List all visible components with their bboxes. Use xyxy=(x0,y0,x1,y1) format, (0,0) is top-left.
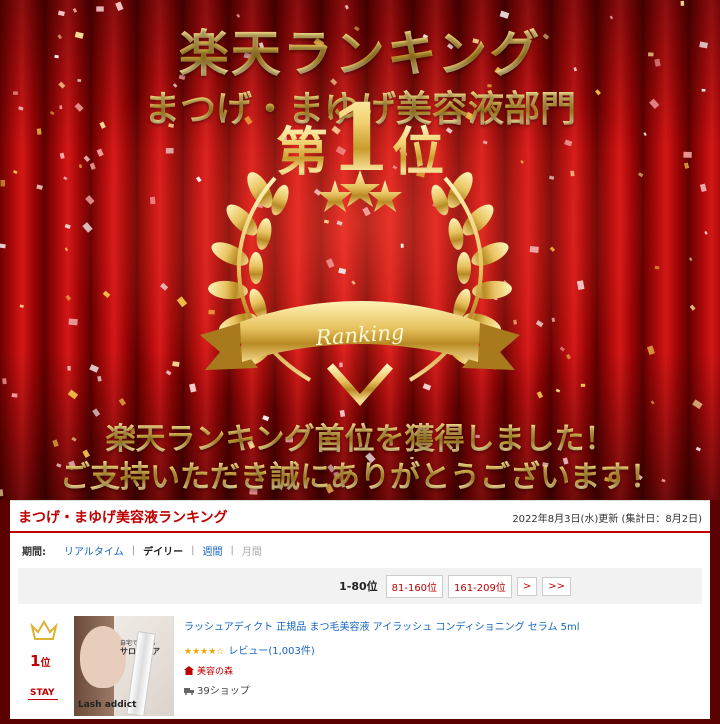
tab-daily[interactable]: デイリー xyxy=(143,543,183,558)
review-link[interactable]: レビュー(1,003件) xyxy=(228,646,314,657)
ranking-title[interactable]: まつげ・まゆげ美容液ランキング xyxy=(18,507,228,527)
thumb-brand: Lash addict xyxy=(78,700,137,710)
confetti-piece xyxy=(149,196,156,205)
confetti-piece xyxy=(680,0,685,6)
confetti-piece xyxy=(566,353,572,360)
period-tabs: 期間: リアルタイム | デイリー | 週間 | 月間 xyxy=(10,533,710,564)
rating-stars-icon: ★★★★☆ xyxy=(184,647,225,657)
confetti-piece xyxy=(576,280,585,290)
confetti-piece xyxy=(2,378,7,385)
confetti-piece xyxy=(19,304,24,308)
confetti-piece xyxy=(551,317,556,323)
separator: | xyxy=(230,545,234,556)
crown-icon xyxy=(30,620,58,640)
rank-status-badge: STAY xyxy=(30,688,55,698)
confetti-piece xyxy=(549,246,556,252)
rank-first-label: 第1位 xyxy=(0,84,720,192)
product-thumbnail[interactable]: 自宅でできる サロンケア Lash addict xyxy=(74,616,174,716)
separator: | xyxy=(131,545,136,556)
confetti-piece xyxy=(344,4,349,10)
truck-icon xyxy=(184,688,194,695)
review-row: ★★★★☆ レビュー(1,003件) xyxy=(184,642,315,657)
tab-weekly[interactable]: 週間 xyxy=(202,543,222,558)
page-current: 1-80位 xyxy=(339,580,378,593)
confetti-piece xyxy=(689,304,696,311)
confetti-piece xyxy=(67,365,71,371)
pagination: 1-80位 81-160位 161-209位 > >> xyxy=(18,568,702,604)
confetti-piece xyxy=(646,345,655,356)
confetti-piece xyxy=(650,400,655,405)
item-rank: 1位 xyxy=(30,652,50,670)
rank-i: 位 xyxy=(392,122,445,183)
confetti-piece xyxy=(115,1,124,12)
confetti-piece xyxy=(654,265,660,270)
banner-title: 楽天ランキング xyxy=(0,14,720,86)
shop-link[interactable]: 美容の森 xyxy=(197,667,233,677)
confetti-piece xyxy=(85,195,95,205)
period-label: 期間: xyxy=(22,547,46,558)
product-name-link[interactable]: ラッシュアディクト 正規品 まつ毛美容液 アイラッシュ コンディショニング セラ… xyxy=(184,618,580,633)
home-icon xyxy=(184,666,194,675)
banner-message-2: ご支持いただき誠にありがとうございます！ xyxy=(0,452,720,496)
confetti-piece xyxy=(82,222,93,233)
rank-dai: 第 xyxy=(275,122,328,183)
confetti-piece xyxy=(11,393,18,398)
confetti-piece xyxy=(692,399,703,410)
confetti-piece xyxy=(165,369,172,376)
rank-status-underline xyxy=(28,699,58,700)
ranking-banner: 楽天ランキング まつげ・まゆげ美容液部門 xyxy=(0,0,720,500)
confetti-piece xyxy=(160,282,169,291)
confetti-piece xyxy=(97,375,102,382)
confetti-piece xyxy=(67,389,79,400)
rank-number: 1 xyxy=(327,84,392,192)
item-rank-number: 1 xyxy=(30,652,41,670)
confetti-piece xyxy=(172,361,180,367)
tab-monthly: 月間 xyxy=(241,547,262,558)
ranking-panel: まつげ・まゆげ美容液ランキング 2022年8月3日(水)更新 (集計日：8月2日… xyxy=(10,500,710,719)
confetti-piece xyxy=(96,6,104,12)
shop-count-row: 39ショップ xyxy=(184,682,250,697)
confetti-piece xyxy=(580,383,586,387)
confetti-piece xyxy=(0,243,6,249)
tab-realtime[interactable]: リアルタイム xyxy=(64,543,124,558)
confetti-piece xyxy=(559,346,565,352)
confetti-piece xyxy=(118,397,127,406)
separator: | xyxy=(191,545,195,556)
confetti-piece xyxy=(72,7,78,13)
confetti-piece xyxy=(64,247,69,252)
shop-count-link[interactable]: 39ショップ xyxy=(197,686,250,697)
page-last[interactable]: >> xyxy=(542,576,571,596)
item-rank-suffix: 位 xyxy=(40,658,51,669)
shop-row: 美容の森 xyxy=(184,664,233,677)
confetti-piece xyxy=(102,290,111,299)
confetti-piece xyxy=(688,257,693,262)
confetti-piece xyxy=(64,223,71,230)
confetti-piece xyxy=(68,318,78,326)
confetti-piece xyxy=(555,388,561,393)
ranking-item: 1位 STAY 自宅でできる サロンケア Lash addict ラッシュアディ… xyxy=(10,604,710,724)
confetti-piece xyxy=(89,364,99,373)
confetti-piece xyxy=(704,230,708,235)
updated-date: 2022年8月3日(水)更新 (集計日：8月2日) xyxy=(512,513,702,525)
ranking-header: まつげ・まゆげ美容液ランキング 2022年8月3日(水)更新 (集計日：8月2日… xyxy=(10,501,710,533)
page-161-209[interactable]: 161-209位 xyxy=(448,574,512,598)
confetti-piece xyxy=(65,294,72,301)
page-81-160[interactable]: 81-160位 xyxy=(385,574,444,598)
page-next[interactable]: > xyxy=(516,576,538,596)
model-face xyxy=(80,626,126,688)
